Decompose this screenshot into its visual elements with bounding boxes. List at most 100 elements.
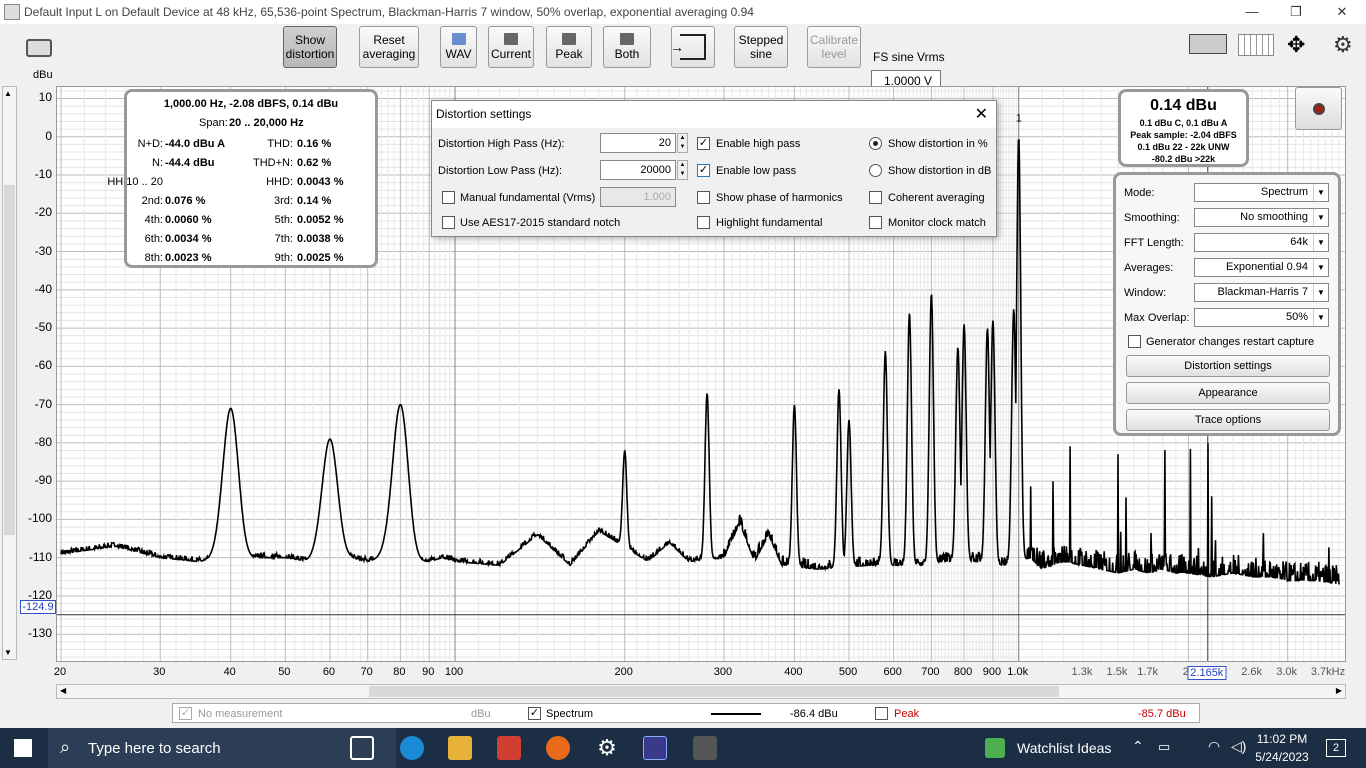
- low-pass-input[interactable]: 20000: [600, 160, 676, 180]
- save-peak-button[interactable]: Peak: [546, 26, 592, 68]
- aes17-checkbox[interactable]: [442, 216, 455, 229]
- volume-icon[interactable]: ◁): [1231, 738, 1246, 755]
- enable-high-pass-checkbox[interactable]: ✓: [697, 137, 710, 150]
- rew-icon[interactable]: [643, 736, 667, 760]
- store-icon[interactable]: [497, 736, 521, 760]
- scroll-left-icon[interactable]: ◀: [60, 686, 66, 695]
- record-button[interactable]: [1295, 87, 1342, 130]
- monitor-clock-checkbox[interactable]: [869, 216, 882, 229]
- harmonic-marker: 1: [1016, 112, 1022, 124]
- firefox-icon[interactable]: [546, 736, 570, 760]
- vertical-scrollbar[interactable]: ▲ ▼: [2, 86, 17, 660]
- save-icon: [562, 33, 576, 45]
- peak-checkbox[interactable]: [875, 707, 888, 720]
- level-line4: -80.2 dBu >22k: [1151, 154, 1216, 164]
- scroll-down-icon[interactable]: ▼: [4, 648, 12, 657]
- notification-icon[interactable]: 2: [1326, 739, 1346, 757]
- clock-time[interactable]: 11:02 PM: [1252, 732, 1312, 746]
- calculator-icon[interactable]: [693, 736, 717, 760]
- watchlist-label[interactable]: Watchlist Ideas: [1017, 740, 1111, 756]
- high-pass-input[interactable]: 20: [600, 133, 676, 153]
- distortion-settings-button[interactable]: Distortion settings: [1126, 355, 1330, 377]
- watchlist-icon[interactable]: [985, 738, 1005, 758]
- restore-button[interactable]: ❐: [1276, 2, 1316, 22]
- tray-chevron-icon[interactable]: ⌃: [1132, 738, 1144, 755]
- highlight-fundamental-checkbox[interactable]: [697, 216, 710, 229]
- low-pass-spinner[interactable]: ▲ ▼: [677, 160, 688, 180]
- close-icon[interactable]: ✕: [975, 104, 988, 124]
- overlap-select[interactable]: 50% ▼: [1194, 308, 1329, 327]
- appearance-button[interactable]: Appearance: [1126, 382, 1330, 404]
- save-icon: [504, 33, 518, 45]
- enable-low-pass-checkbox[interactable]: ✓: [697, 164, 710, 177]
- manual-fundamental-input[interactable]: 1.000: [600, 187, 676, 207]
- button-label: distortion: [285, 47, 335, 61]
- close-button[interactable]: ✕: [1322, 2, 1362, 22]
- button-label: Both: [614, 47, 640, 61]
- low-pass-label: Distortion Low Pass (Hz):: [438, 165, 563, 177]
- readout-value: 0.62 %: [297, 157, 332, 169]
- fft-length-select[interactable]: 64k ▼: [1194, 233, 1329, 252]
- x-tick-label: 100: [444, 666, 464, 678]
- readout-value: 0.0038 %: [297, 233, 344, 245]
- show-phase-checkbox[interactable]: [697, 191, 710, 204]
- chevron-down-icon: ▼: [1313, 284, 1328, 301]
- scroll-thumb[interactable]: [4, 185, 15, 535]
- search-box[interactable]: ⌕ Type here to search: [48, 728, 396, 768]
- edge-icon[interactable]: [400, 736, 424, 760]
- scroll-thumb[interactable]: [369, 686, 1059, 697]
- readout-value: 0.076 %: [165, 195, 206, 207]
- file-explorer-icon[interactable]: [448, 736, 472, 760]
- x-tick-label: 900: [982, 666, 1002, 678]
- y-tick-label: 0: [45, 128, 52, 143]
- show-percent-radio[interactable]: [869, 137, 882, 150]
- high-pass-spinner[interactable]: ▲ ▼: [677, 133, 688, 153]
- trace-options-button[interactable]: Trace options: [1126, 409, 1330, 431]
- window-label: Window:: [1124, 287, 1167, 299]
- clock-date[interactable]: 5/24/2023: [1252, 750, 1312, 764]
- averages-select[interactable]: Exponential 0.94 ▼: [1194, 258, 1329, 277]
- horizontal-scrollbar[interactable]: ◀ ▶: [56, 684, 1346, 699]
- scroll-up-icon[interactable]: ▲: [4, 89, 12, 98]
- layout-icon[interactable]: [1189, 34, 1227, 54]
- y-tick-label: -110: [28, 549, 52, 564]
- save-both-button[interactable]: Both: [603, 26, 651, 68]
- stepped-sine-button[interactable]: Stepped sine: [734, 26, 788, 68]
- export-button[interactable]: →: [670, 26, 715, 68]
- generator-restart-checkbox[interactable]: [1128, 335, 1141, 348]
- gear-icon[interactable]: ⚙: [1333, 32, 1353, 58]
- calibrate-level-button[interactable]: Calibrate level: [807, 26, 861, 68]
- show-distortion-button[interactable]: Show distortion: [283, 26, 337, 68]
- show-db-radio[interactable]: [869, 164, 882, 177]
- wav-button[interactable]: WAV: [440, 26, 477, 68]
- windows-start-icon[interactable]: [14, 739, 32, 757]
- spectrum-checkbox[interactable]: ✓: [528, 707, 541, 720]
- window-title: Default Input L on Default Device at 48 …: [24, 5, 754, 19]
- window-select[interactable]: Blackman-Harris 7 ▼: [1194, 283, 1329, 302]
- save-current-button[interactable]: Current: [488, 26, 534, 68]
- scroll-right-icon[interactable]: ▶: [1336, 686, 1342, 695]
- coherent-averaging-checkbox[interactable]: [869, 191, 882, 204]
- grid-layout-icon[interactable]: [1238, 34, 1274, 56]
- manual-fundamental-checkbox[interactable]: [442, 191, 455, 204]
- minimize-button[interactable]: —: [1232, 2, 1272, 22]
- spectrum-value: -86.4 dBu: [790, 708, 838, 720]
- move-icon[interactable]: ✥: [1287, 32, 1305, 58]
- readout-value: 0.0023 %: [165, 252, 212, 264]
- settings-icon[interactable]: ⚙: [595, 736, 619, 760]
- battery-icon[interactable]: ▭: [1158, 739, 1170, 755]
- mode-select[interactable]: Spectrum ▼: [1194, 183, 1329, 202]
- task-view-icon[interactable]: [350, 736, 374, 760]
- fft-value: 64k: [1290, 236, 1308, 248]
- y-unit-label: dBu: [33, 69, 53, 81]
- readout-value: 0.14 %: [297, 195, 332, 207]
- readout-label: THD+N:: [252, 157, 293, 169]
- distortion-settings-dialog: Distortion settings ✕ Distortion High Pa…: [431, 100, 997, 237]
- readout-value: -44.4 dBu: [165, 157, 215, 169]
- readout-value: -44.0 dBu A: [165, 138, 226, 150]
- camera-icon[interactable]: [24, 36, 54, 60]
- wifi-icon[interactable]: ◠: [1208, 738, 1220, 755]
- reset-averaging-button[interactable]: Reset averaging: [359, 26, 419, 68]
- smoothing-select[interactable]: No smoothing ▼: [1194, 208, 1329, 227]
- no-measurement-checkbox[interactable]: ✓: [179, 707, 192, 720]
